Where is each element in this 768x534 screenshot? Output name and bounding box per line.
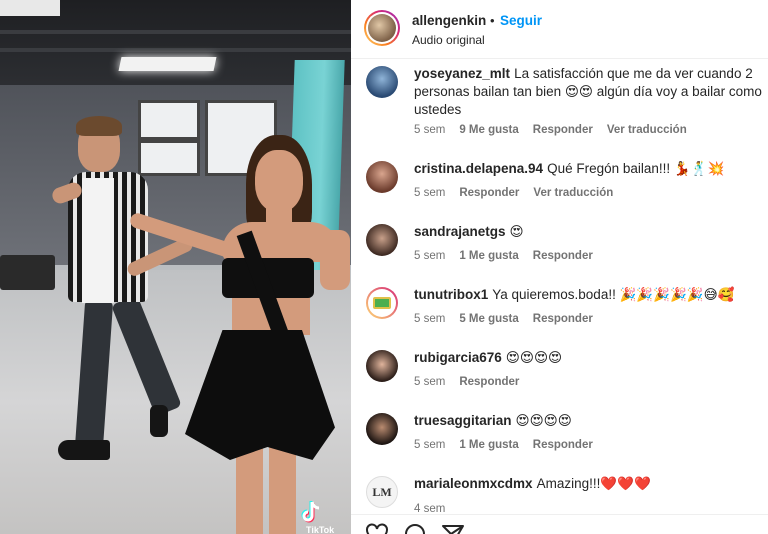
dancer-face (255, 150, 303, 212)
commenter-avatar[interactable] (366, 413, 398, 445)
commenter-username[interactable]: rubigarcia676 (414, 350, 502, 365)
commenter-avatar[interactable] (366, 287, 398, 319)
translate-button[interactable]: Ver traducción (533, 187, 613, 199)
header-separator: • (490, 13, 495, 28)
dancer-arm (320, 230, 350, 290)
comment-likes[interactable]: 1 Me gusta (459, 439, 518, 451)
reply-button[interactable]: Responder (459, 187, 519, 199)
dancer-hair (76, 116, 122, 136)
comment-likes[interactable]: 9 Me gusta (459, 124, 518, 136)
author-avatar[interactable] (364, 10, 400, 46)
translate-button[interactable]: Ver traducción (607, 124, 687, 136)
comment-text: Amazing!!!❤️❤️❤️ (536, 476, 651, 491)
ceiling-light (0, 0, 60, 16)
equipment (0, 255, 55, 290)
commenter-username[interactable]: truesaggitarian (414, 413, 512, 428)
follow-button[interactable]: Seguir (500, 13, 542, 28)
comment-item: cristina.delapena.94 Qué Fregón bailan!!!… (365, 158, 765, 208)
commenter-avatar[interactable] (366, 66, 398, 98)
window (138, 100, 200, 140)
comment-item: yoseyanez_mlt La satisfacción que me da v… (365, 63, 765, 143)
reply-button[interactable]: Responder (459, 376, 519, 388)
commenter-avatar[interactable] (366, 350, 398, 382)
ceiling-beam (0, 48, 351, 52)
share-icon[interactable] (441, 523, 465, 534)
dancer-shoe (150, 405, 168, 437)
comment-time: 5 sem (414, 376, 446, 388)
comment-time: 5 sem (414, 313, 446, 325)
commenter-username[interactable]: sandrajanetgs (414, 224, 506, 239)
comment-text: 😍😍😍😍 (505, 350, 563, 365)
commenter-username[interactable]: cristina.delapena.94 (414, 161, 543, 176)
author-username[interactable]: allengenkin (412, 13, 486, 28)
commenter-avatar[interactable] (366, 224, 398, 256)
action-bar (351, 514, 768, 534)
comment-item: tunutribox1 Ya quieremos.boda!! 🎉🎉🎉🎉🎉😅🥰 5… (365, 284, 765, 334)
reply-button[interactable]: Responder (533, 439, 593, 451)
reply-button[interactable]: Responder (533, 313, 593, 325)
window (138, 140, 200, 176)
comments-list[interactable]: yoseyanez_mlt La satisfacción que me da v… (351, 59, 768, 514)
commenter-username[interactable]: marialeonmxcdmx (414, 476, 533, 491)
comment-time: 4 sem (414, 503, 446, 514)
comment-item: rubigarcia676 😍😍😍😍 5 sem Responder (365, 347, 765, 397)
audio-link[interactable]: Audio original (412, 33, 485, 47)
comment-text: 😍😍😍😍 (515, 413, 572, 428)
post-side-panel: allengenkin • Seguir Audio original yose… (351, 0, 768, 534)
comment-item: truesaggitarian 😍😍😍😍 5 sem 1 Me gusta Res… (365, 410, 765, 460)
post-viewer: TikTok allengenkin • Seguir Audio origin… (0, 0, 768, 534)
ceiling-beam (0, 30, 351, 34)
comment-item: LM marialeonmxcdmx Amazing!!!❤️❤️❤️ 4 sem (365, 473, 765, 514)
reply-button[interactable]: Responder (533, 250, 593, 262)
commenter-avatar[interactable]: LM (366, 476, 398, 508)
tiktok-logo-icon (301, 501, 320, 523)
comment-icon[interactable] (403, 523, 427, 534)
comment-time: 5 sem (414, 439, 446, 451)
comment-likes[interactable]: 5 Me gusta (459, 313, 518, 325)
comment-time: 5 sem (414, 250, 446, 262)
commenter-username[interactable]: tunutribox1 (414, 287, 488, 302)
commenter-avatar[interactable] (366, 161, 398, 193)
commenter-username[interactable]: yoseyanez_mlt (414, 66, 510, 81)
heart-icon[interactable] (365, 523, 389, 534)
reply-button[interactable]: Responder (533, 124, 593, 136)
post-header: allengenkin • Seguir Audio original (351, 0, 768, 59)
comment-time: 5 sem (414, 124, 446, 136)
ceiling-light (118, 57, 217, 71)
tiktok-watermark: TikTok (306, 525, 335, 534)
comment-text: Qué Fregón bailan!!! 💃🕺💥 (547, 161, 725, 176)
comment-text: 😍 (509, 224, 524, 239)
comment-likes[interactable]: 1 Me gusta (459, 250, 518, 262)
comment-time: 5 sem (414, 187, 446, 199)
comment-text: Ya quieremos.boda!! 🎉🎉🎉🎉🎉😅🥰 (492, 287, 735, 302)
comment-item: sandrajanetgs 😍 5 sem 1 Me gusta Responde… (365, 221, 765, 271)
dancer-tshirt (82, 178, 114, 303)
dancer-shoe (58, 440, 110, 460)
video-player[interactable]: TikTok (0, 0, 351, 534)
